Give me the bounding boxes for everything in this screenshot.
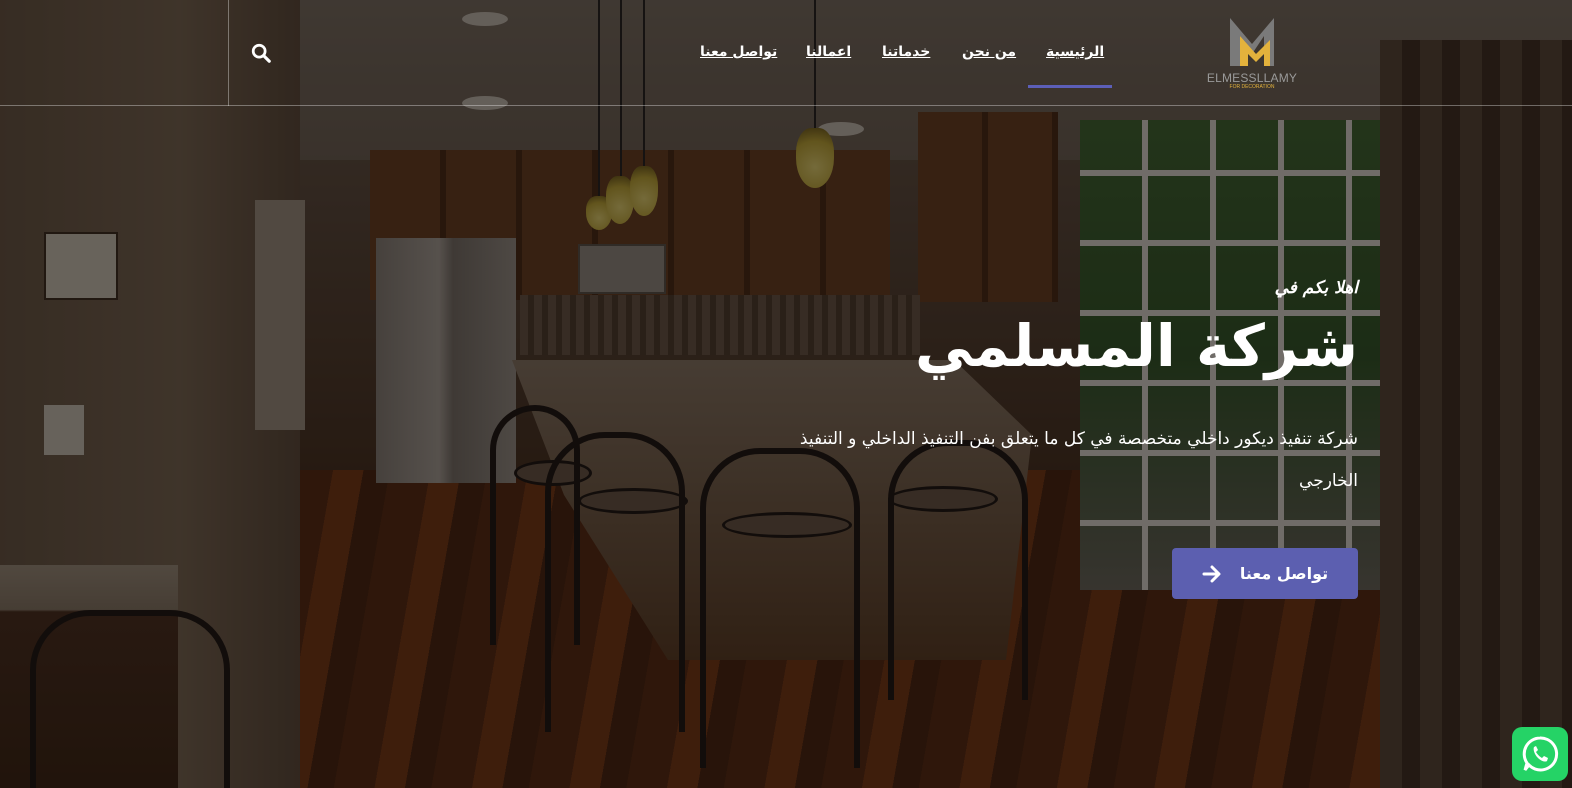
nav-item-services[interactable]: خدماتنا xyxy=(882,44,930,60)
arrow-right-icon xyxy=(1202,565,1221,582)
nav-item-works[interactable]: اعمالنا xyxy=(806,44,851,60)
brand-name: ELMESSLLAMY xyxy=(1206,71,1298,85)
header-left-zone xyxy=(0,0,229,106)
hero-title: شركة المسلمي xyxy=(914,312,1358,380)
nav-item-about[interactable]: من نحن xyxy=(962,44,1016,60)
nav-item-contact[interactable]: تواصل معنا xyxy=(700,44,777,60)
site-header: الرئيسية من نحن خدماتنا اعمالنا تواصل مع… xyxy=(0,0,1572,106)
whatsapp-button[interactable] xyxy=(1512,727,1568,781)
search-icon[interactable] xyxy=(250,42,272,64)
contact-us-button[interactable]: تواصل معنا xyxy=(1172,548,1358,599)
dark-overlay xyxy=(0,0,1572,788)
nav-item-home[interactable]: الرئيسية xyxy=(1046,44,1104,60)
cta-label: تواصل معنا xyxy=(1239,564,1329,583)
hero-kicker: اهلا بكم في xyxy=(1274,278,1358,298)
whatsapp-icon xyxy=(1522,736,1559,772)
active-nav-indicator xyxy=(1028,85,1112,88)
brand-tagline: FOR DECORATION xyxy=(1229,84,1275,90)
hero-description: شركة تنفيذ ديكور داخلي متخصصة في كل ما ي… xyxy=(799,429,1358,491)
